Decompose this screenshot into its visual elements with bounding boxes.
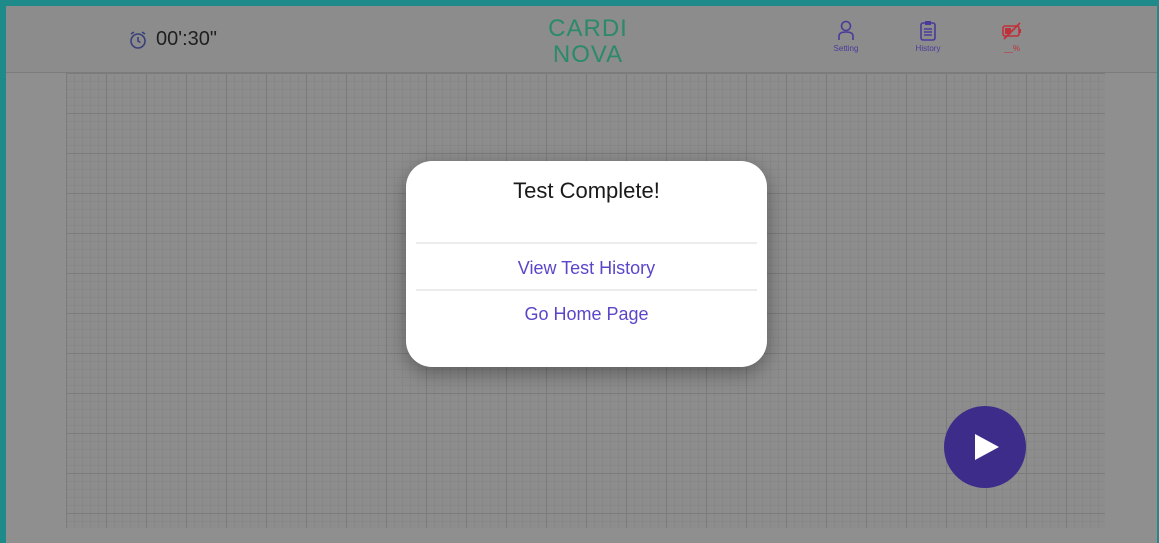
timer-value: 00':30" [156,28,217,50]
test-complete-dialog: Test Complete! View Test History Go Home… [406,161,767,367]
divider [416,242,757,244]
setting-button[interactable]: Setting [820,20,872,66]
logo-line1: CARDI [548,15,628,42]
cardinova-logo: CARDI NOVA [538,10,638,70]
person-icon [838,20,854,40]
alarm-clock-icon [130,30,146,49]
play-icon [975,434,999,460]
view-test-history-button[interactable]: View Test History [406,258,767,279]
history-label: History [915,44,941,53]
battery-status: __% [986,20,1038,66]
divider [416,289,757,291]
battery-percent: __% [1003,44,1020,53]
logo-line2: NOVA [553,41,623,68]
top-bar: 00':30" CARDI NOVA Setting History __% [6,6,1157,73]
app-frame: 00':30" CARDI NOVA Setting History __% T… [6,6,1157,543]
dialog-title: Test Complete! [513,178,660,203]
setting-label: Setting [833,44,859,53]
clipboard-icon [920,21,936,41]
play-button[interactable] [944,406,1026,488]
battery-off-icon [1002,22,1021,40]
go-home-page-button[interactable]: Go Home Page [406,304,767,325]
timer: 00':30" [128,28,217,51]
history-button[interactable]: History [902,20,954,66]
